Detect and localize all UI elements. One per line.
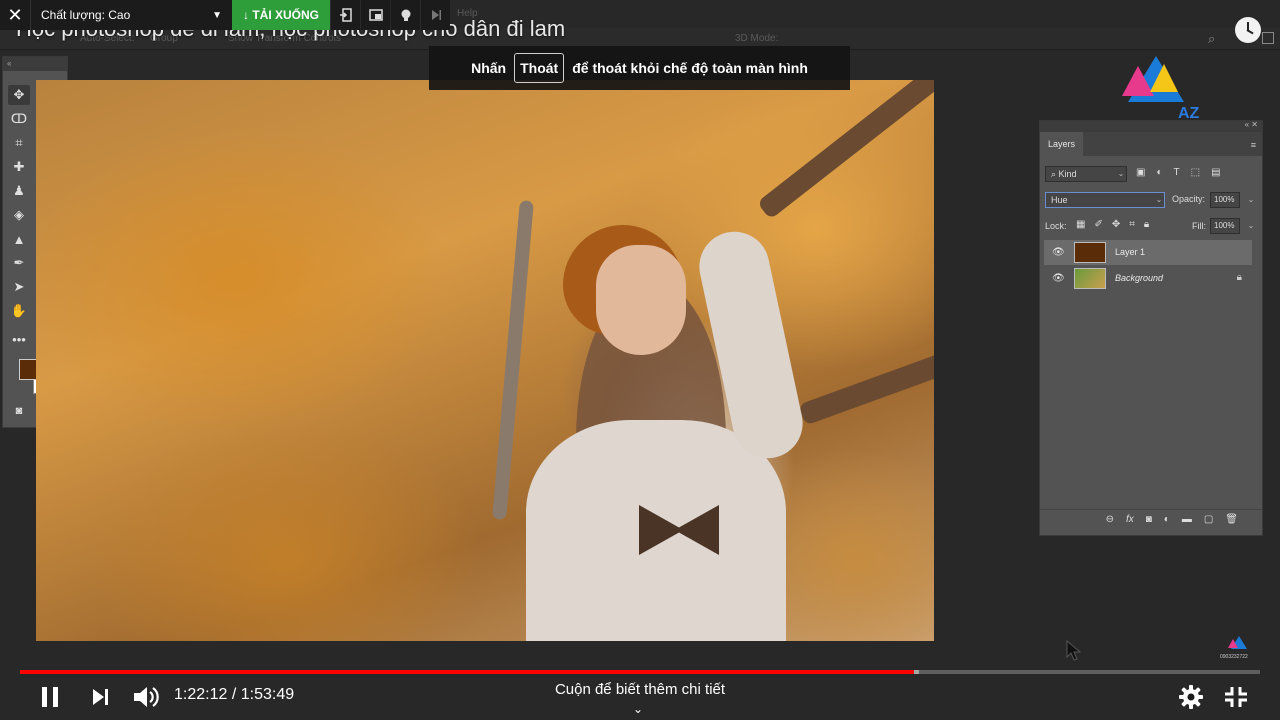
shape-filter-icon: ⬚	[1190, 167, 1201, 178]
chevron-down-icon[interactable]: ⌄	[633, 702, 643, 716]
search-icon: ⌕	[1208, 31, 1216, 46]
quality-label: Chất lượng: Cao	[41, 8, 131, 22]
layer-row-background: 👁︎ Background 🔒︎	[1044, 266, 1252, 291]
gear-icon[interactable]	[1178, 684, 1204, 710]
small-watermark-text: 0903232722	[1220, 654, 1248, 660]
eye-icon: 👁︎	[1052, 273, 1065, 284]
branch	[756, 80, 934, 220]
kind-filter: ⌕ Kind	[1045, 166, 1127, 182]
stamp-tool-icon: ♟	[13, 183, 25, 198]
lock-icon: 🔒︎	[1236, 272, 1242, 283]
quality-select[interactable]: Chất lượng: Cao ▼	[30, 0, 232, 30]
help-menu-label: Help	[457, 8, 478, 19]
picture-in-picture-button[interactable]	[360, 0, 390, 30]
more-tools-icon: •••	[12, 331, 26, 347]
download-button[interactable]: ↓ TẢI XUỐNG	[232, 0, 330, 30]
eraser-tool-icon: ◈	[14, 207, 24, 222]
chevron-down-icon: ⌄	[1247, 195, 1255, 204]
layer-name: Background	[1115, 273, 1164, 283]
played-bar	[20, 670, 914, 674]
small-watermark-logo: 0903232722	[1220, 634, 1254, 662]
layers-footer: ⊖ fx ◙ ◐ ▬ ▢ 🗑︎	[1040, 509, 1262, 529]
skip-icon	[431, 10, 441, 20]
new-layer-icon: ▢	[1203, 514, 1214, 525]
filter-icons: ▣ ◐ T ⬚ ▤	[1136, 167, 1221, 178]
layer-row-layer-1: 👁︎ Layer 1	[1044, 240, 1252, 265]
opacity-label: Opacity:	[1172, 194, 1206, 204]
eye-icon: 👁︎	[1052, 247, 1065, 258]
close-icon: ✕	[7, 4, 23, 25]
chevron-down-icon: ⌄	[1117, 169, 1125, 178]
progress-bar[interactable]	[20, 670, 1260, 674]
layer-thumbnail	[1074, 268, 1106, 289]
lock-artboard-icon: ⌗	[1129, 219, 1135, 230]
layer-thumbnail	[1074, 242, 1106, 263]
blend-mode-select: Hue	[1045, 192, 1165, 208]
crop-tool-icon: ⌗	[15, 135, 23, 150]
blur-tool-icon: ▲	[12, 231, 26, 247]
caret-down-icon: ▼	[212, 9, 222, 21]
folder-icon: ▬	[1181, 514, 1192, 525]
hand-tool-icon: ✋	[10, 303, 28, 318]
panel-menu-icon: ≡	[1250, 140, 1256, 150]
link-icon: ⊖	[1105, 514, 1114, 525]
move-tool-icon: ✥	[8, 85, 30, 105]
close-button[interactable]: ✕	[0, 0, 30, 30]
chevron-down-icon: ⌄	[1247, 221, 1255, 230]
adjustment-filter-icon: ◐	[1156, 167, 1163, 178]
skip-button[interactable]	[420, 0, 450, 30]
escape-key: Thoát	[514, 53, 565, 83]
video-player: Auto-Select: Group Show Transform Contro…	[0, 0, 1280, 720]
lock-label: Lock:	[1045, 221, 1067, 231]
layers-panel: « ✕ Layers ≡ ⌕ Kind ⌄ ▣ ◐ T ⬚ ▤ Hue ⌄ Op…	[1039, 120, 1263, 536]
lightbulb-button[interactable]	[390, 0, 420, 30]
enter-icon-button[interactable]	[330, 0, 360, 30]
quick-mask-icon: ◙	[15, 405, 23, 417]
enter-icon	[339, 8, 352, 22]
3d-mode-label: 3D Mode:	[735, 33, 779, 44]
fill-value: 100%	[1210, 218, 1240, 234]
hint-suffix: để thoát khỏi chế độ toàn màn hình	[572, 60, 808, 76]
download-toolbar: ✕ Chất lượng: Cao ▼ ↓ TẢI XUỐNG	[0, 0, 450, 30]
fx-icon: fx	[1125, 514, 1134, 525]
opacity-value: 100%	[1210, 192, 1240, 208]
healing-tool-icon: ✚	[13, 159, 25, 174]
panel-collapse-icon: « ✕	[1244, 120, 1258, 129]
picture-in-picture-icon	[368, 9, 383, 21]
smart-object-filter-icon: ▤	[1211, 167, 1221, 178]
blend-mode-value: Hue	[1051, 195, 1068, 205]
fullscreen-hint: Nhấn Thoát để thoát khỏi chế độ toàn màn…	[429, 46, 850, 90]
panel-layout-icon	[1262, 32, 1274, 44]
lock-image-icon: ✐	[1094, 219, 1103, 230]
layer-name: Layer 1	[1115, 247, 1146, 257]
chevron-down-icon: ⌄	[1155, 195, 1163, 204]
lightbulb-icon	[401, 9, 410, 21]
path-select-tool-icon: ➤	[13, 279, 25, 294]
toolbox-collapse-icon: «	[3, 57, 67, 71]
pen-tool-icon: ✒	[13, 255, 25, 270]
adjustment-layer-icon: ◐	[1163, 514, 1170, 525]
lock-icons: ▦ ✐ ✥ ⌗ 🔒︎	[1076, 219, 1149, 230]
scroll-hint[interactable]: Cuộn để biết thêm chi tiết	[0, 681, 1280, 698]
branch	[492, 199, 534, 521]
face	[596, 245, 686, 355]
pixel-filter-icon: ▣	[1136, 167, 1146, 178]
lock-position-icon: ✥	[1111, 219, 1121, 230]
lock-transparent-icon: ▦	[1076, 219, 1086, 230]
hint-prefix: Nhấn	[471, 60, 507, 76]
tab-layers: Layers	[1040, 132, 1084, 156]
trash-icon: 🗑︎	[1225, 514, 1238, 525]
canvas-photo	[36, 80, 934, 641]
mask-icon: ◙	[1145, 514, 1152, 525]
clock-icon[interactable]	[1235, 17, 1261, 43]
branch	[798, 336, 934, 426]
lock-all-icon: 🔒︎	[1143, 219, 1150, 230]
lasso-tool-icon: ↀ	[10, 111, 28, 126]
fill-label: Fill:	[1192, 221, 1206, 231]
kind-label: Kind	[1058, 169, 1077, 179]
exit-fullscreen-icon[interactable]	[1224, 686, 1248, 708]
type-filter-icon: T	[1173, 167, 1180, 178]
mouse-cursor-icon	[1066, 640, 1082, 661]
